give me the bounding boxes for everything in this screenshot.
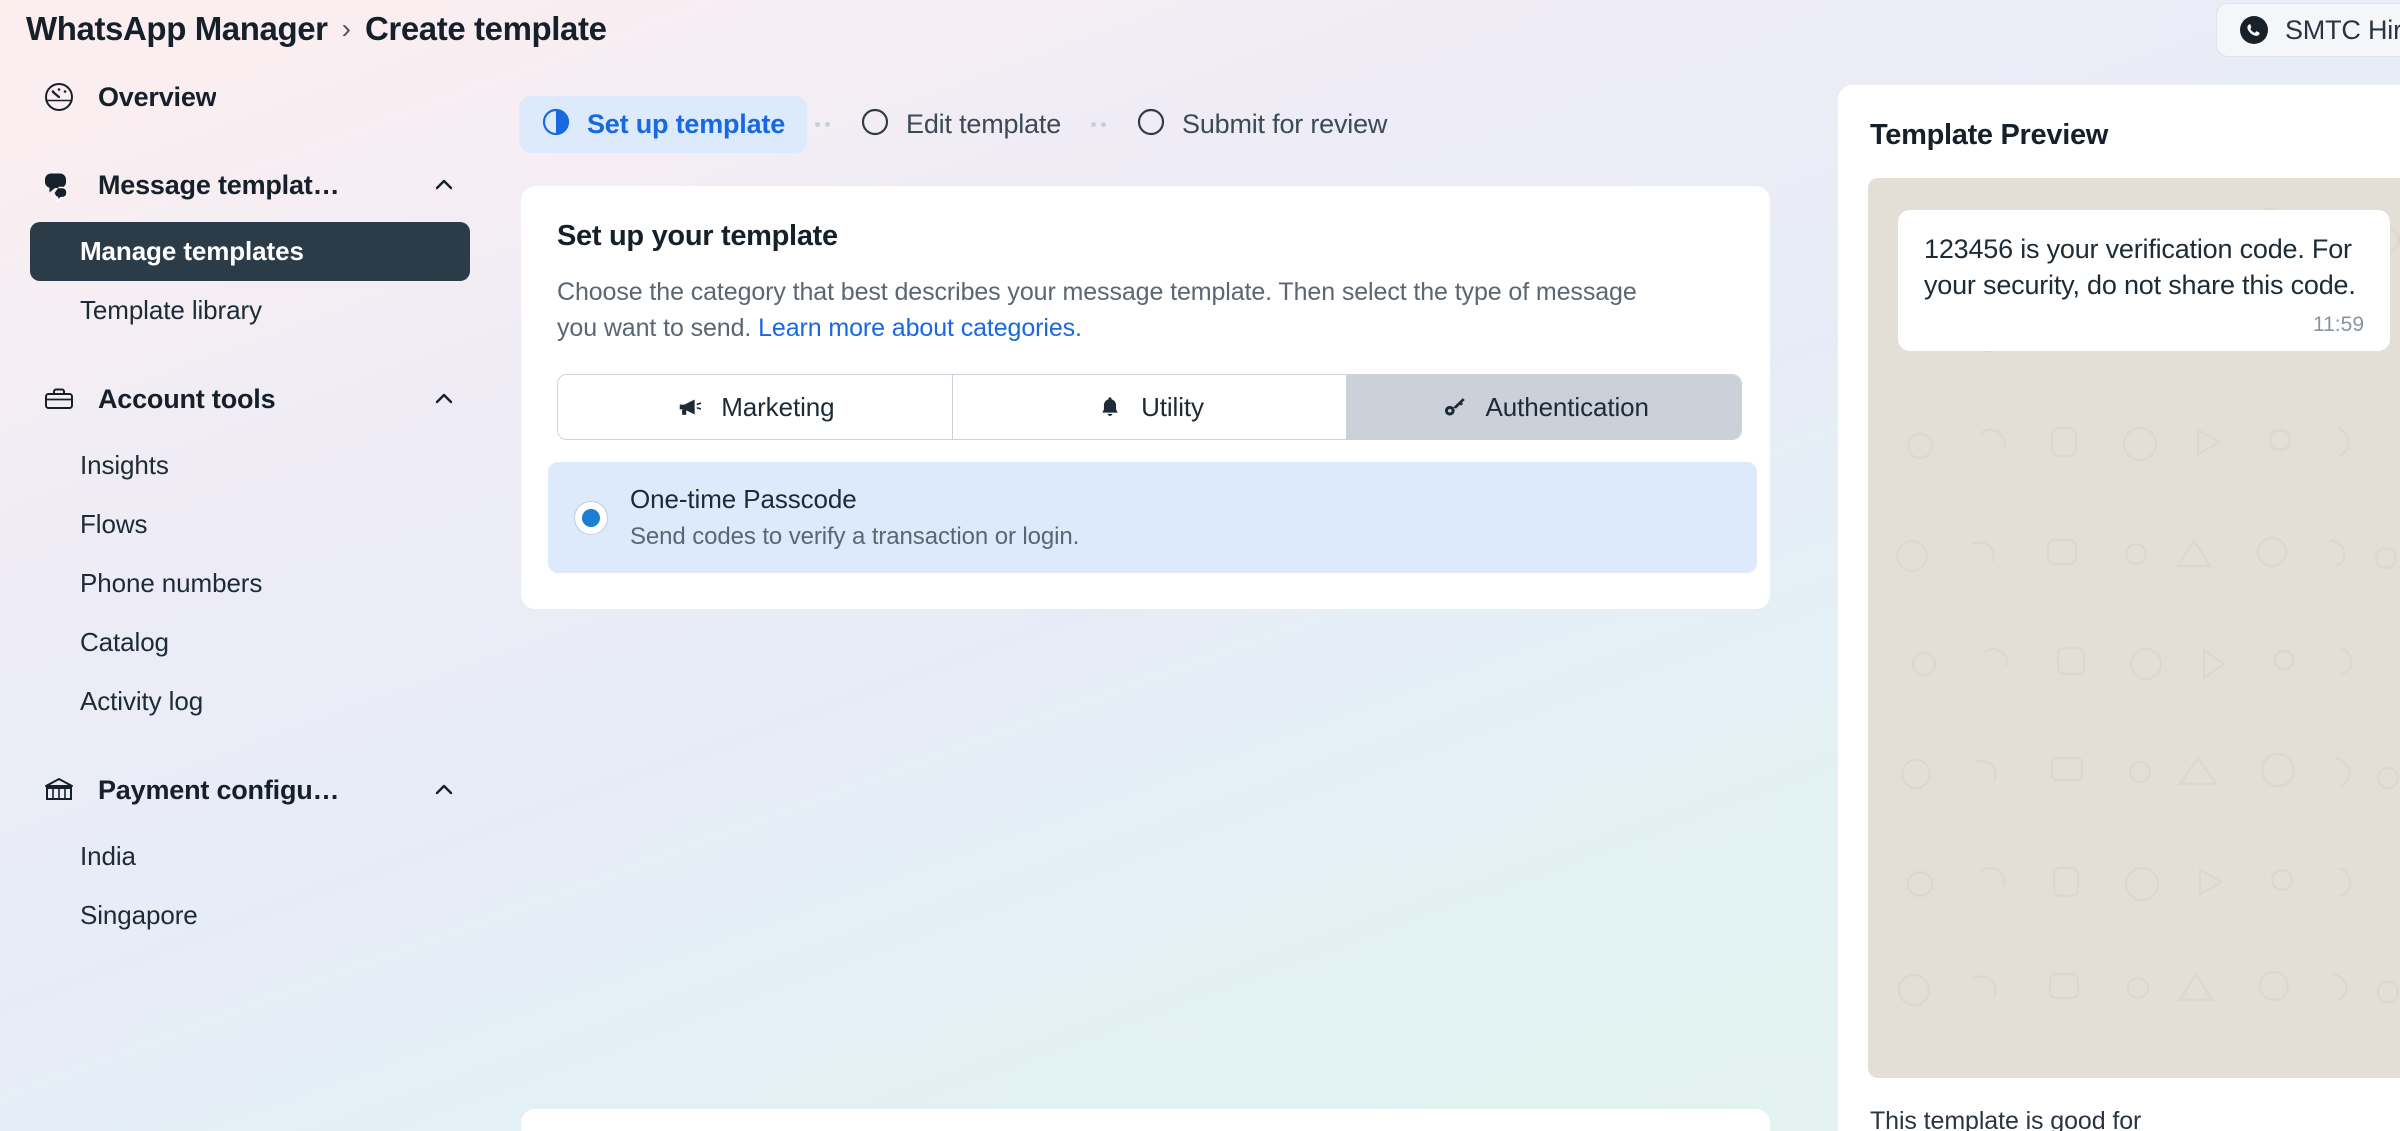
chat-message-bubble: 123456 is your verification code. For yo… — [1898, 210, 2390, 352]
sidebar-group-message-templates[interactable]: Message templat… — [30, 156, 470, 214]
bank-icon — [40, 771, 78, 809]
chat-bubbles-icon — [40, 166, 78, 204]
category-tab-label-authentication: Authentication — [1485, 391, 1649, 422]
category-tab-label-marketing: Marketing — [721, 391, 835, 422]
step-connector-dots-1 — [807, 122, 838, 127]
sidebar-item-catalog[interactable]: Catalog — [30, 613, 470, 672]
step-connector-dots-2 — [1083, 122, 1114, 127]
account-chip[interactable]: SMTC Hir — [2216, 3, 2400, 57]
top-bar: WhatsApp Manager › Create template SMTC … — [0, 0, 2400, 58]
half-filled-circle-icon — [541, 107, 571, 142]
sidebar-item-template-library[interactable]: Template library — [30, 281, 470, 340]
empty-circle-icon — [860, 107, 890, 142]
sidebar-item-phone-numbers[interactable]: Phone numbers — [30, 554, 470, 613]
sidebar-group-account-tools[interactable]: Account tools — [30, 370, 470, 428]
step-label-submit-for-review: Submit for review — [1182, 109, 1388, 139]
card-description: Choose the category that best describes … — [557, 275, 1657, 346]
key-icon — [1439, 392, 1469, 422]
briefcase-icon — [40, 380, 78, 418]
chat-message-text: 123456 is your verification code. For yo… — [1924, 234, 2356, 300]
chat-preview-area: 123456 is your verification code. For yo… — [1868, 178, 2400, 1078]
step-label-set-up-template: Set up template — [587, 109, 786, 139]
sidebar-item-overview[interactable]: Overview — [30, 68, 470, 126]
sidebar-item-activity-log[interactable]: Activity log — [30, 672, 470, 731]
sidebar-group-payment-configuration[interactable]: Payment configu… — [30, 761, 470, 819]
template-preview-footer-text: This template is good for — [1870, 1107, 2142, 1131]
sidebar-group-label-message-templates: Message templat… — [98, 169, 340, 200]
gauge-icon — [40, 78, 78, 116]
step-set-up-template[interactable]: Set up template — [519, 96, 808, 153]
megaphone-icon — [675, 392, 705, 422]
category-tab-authentication[interactable]: Authentication — [1347, 375, 1741, 439]
breadcrumb-root[interactable]: WhatsApp Manager — [26, 10, 328, 48]
sidebar-group-label-account-tools: Account tools — [98, 383, 276, 414]
card-title: Set up your template — [557, 220, 838, 252]
whatsapp-icon — [2239, 15, 2269, 45]
sidebar-group-label-payment-configuration: Payment configu… — [98, 774, 340, 805]
stepper: Set up template Edit template Submit for… — [519, 96, 1409, 153]
category-tab-marketing[interactable]: Marketing — [558, 375, 953, 439]
next-section-card — [521, 1109, 1770, 1131]
step-label-edit-template: Edit template — [906, 109, 1062, 139]
category-tab-utility[interactable]: Utility — [952, 375, 1348, 439]
sidebar: Overview Message templat… Manage templat… — [0, 58, 500, 1131]
step-edit-template[interactable]: Edit template — [838, 96, 1083, 153]
template-preview-title: Template Preview — [1870, 119, 2109, 151]
sidebar-group-label-overview: Overview — [98, 81, 217, 112]
sidebar-item-singapore[interactable]: Singapore — [30, 886, 470, 945]
whatsapp-manager-app: WhatsApp Manager › Create template SMTC … — [0, 0, 2400, 1131]
chat-message-timestamp: 11:59 — [2313, 313, 2364, 337]
breadcrumb-separator-icon: › — [341, 13, 351, 44]
sidebar-item-insights[interactable]: Insights — [30, 436, 470, 495]
radio-one-time-passcode[interactable] — [574, 500, 608, 535]
card-description-text: Choose the category that best describes … — [557, 278, 1637, 342]
sidebar-item-india[interactable]: India — [30, 827, 470, 886]
chevron-up-icon[interactable] — [432, 778, 456, 802]
option-subtitle-one-time-passcode: Send codes to verify a transaction or lo… — [630, 523, 1080, 550]
sidebar-item-flows[interactable]: Flows — [30, 495, 470, 554]
chevron-up-icon[interactable] — [432, 173, 456, 197]
account-chip-label: SMTC Hir — [2285, 14, 2400, 45]
option-title-one-time-passcode: One-time Passcode — [630, 484, 857, 514]
empty-circle-icon — [1136, 107, 1166, 142]
breadcrumb: WhatsApp Manager › Create template — [26, 10, 607, 48]
category-tab-label-utility: Utility — [1141, 391, 1204, 422]
learn-more-link[interactable]: Learn more about categories. — [758, 314, 1082, 342]
template-preview-panel: Template Preview 123456 is your verifica… — [1838, 85, 2400, 1131]
set-up-template-card: Set up your template Choose the category… — [521, 186, 1770, 609]
sidebar-item-manage-templates[interactable]: Manage templates — [30, 222, 470, 281]
category-segmented-control: Marketing Utility Authentication — [557, 374, 1742, 440]
step-submit-for-review[interactable]: Submit for review — [1114, 96, 1409, 153]
bell-icon — [1095, 392, 1125, 422]
chevron-up-icon[interactable] — [432, 387, 456, 411]
option-one-time-passcode[interactable]: One-time Passcode Send codes to verify a… — [548, 462, 1757, 573]
breadcrumb-current: Create template — [364, 10, 607, 47]
